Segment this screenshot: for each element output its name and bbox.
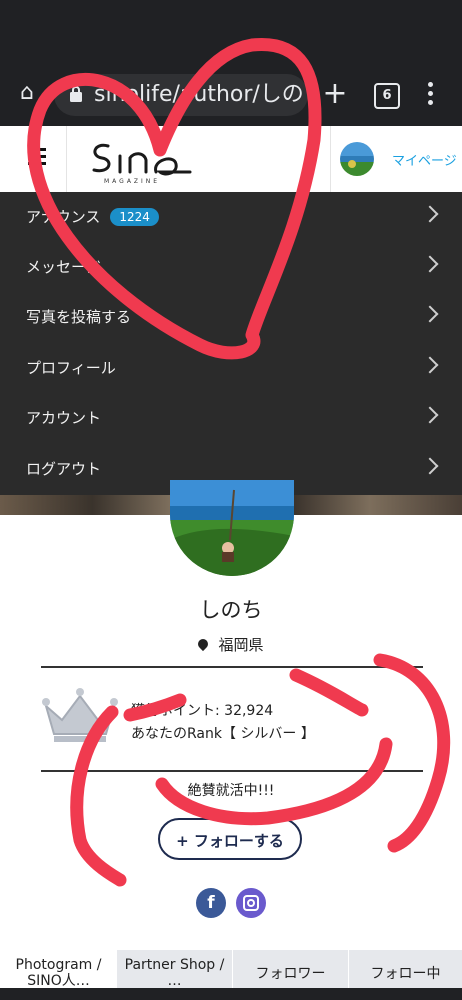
tab-partner-shop[interactable]: Partner Shop / …: [116, 950, 232, 988]
header-divider: [330, 126, 331, 192]
chevron-right-icon: [421, 305, 439, 323]
tab-photogram[interactable]: Photogram / SINO人…: [0, 950, 116, 988]
chevron-right-icon: [421, 406, 439, 424]
plus-icon[interactable]: +: [320, 78, 350, 110]
home-icon[interactable]: ⌂: [14, 80, 40, 106]
status-bar: [0, 0, 462, 64]
menu-item-messages[interactable]: メッセージ: [0, 242, 462, 292]
mypage-link[interactable]: マイページ: [392, 150, 457, 169]
menu-item-label: アカウント: [26, 409, 102, 427]
menu-item-label: メッセージ: [26, 258, 101, 276]
divider: [41, 770, 423, 772]
menu-item-account[interactable]: アカウント: [0, 393, 462, 443]
chevron-right-icon: [421, 356, 439, 374]
system-nav-bar: [0, 988, 462, 1000]
more-vert-icon[interactable]: [420, 78, 440, 110]
count-badge: 1224: [110, 208, 159, 226]
chevron-right-icon: [421, 255, 439, 273]
menu-item-announce[interactable]: アナウンス 1224: [0, 192, 462, 242]
profile-location: 福岡県: [0, 634, 462, 655]
menu-item-label: アナウンス: [26, 208, 101, 226]
address-bar[interactable]: sinolife/author/しの: [54, 74, 308, 116]
menu-item-post-photo[interactable]: 写真を投稿する: [0, 292, 462, 342]
menu-item-label: 写真を投稿する: [26, 308, 132, 326]
rank-text: あなたのRank【 シルバー 】: [131, 726, 315, 742]
tab-followers[interactable]: フォロワー: [232, 950, 348, 988]
chevron-right-icon: [421, 205, 439, 223]
location-pin-icon: [196, 636, 211, 652]
divider: [41, 666, 423, 668]
chevron-right-icon: [421, 457, 439, 475]
menu-item-profile[interactable]: プロフィール: [0, 343, 462, 393]
logo-subtitle: MAGAZINE: [104, 178, 161, 185]
menu-item-label: プロフィール: [26, 359, 116, 377]
nav-menu: アナウンス 1224 メッセージ 写真を投稿する プロフィール アカウント ログア…: [0, 192, 462, 495]
avatar[interactable]: [340, 142, 374, 176]
header-divider: [66, 126, 67, 192]
url-text: sinolife/author/しの: [94, 82, 304, 107]
follow-button[interactable]: + フォローする: [158, 818, 302, 860]
profile-tabs: Photogram / SINO人… Partner Shop / … フォロワ…: [0, 950, 462, 988]
tabs-icon[interactable]: 6: [374, 83, 400, 109]
menu-icon[interactable]: [28, 148, 46, 166]
lock-icon: [70, 86, 82, 102]
site-header: MAGAZINE マイページ: [0, 126, 462, 193]
instagram-icon[interactable]: [236, 888, 266, 918]
facebook-icon[interactable]: f: [196, 888, 226, 918]
tab-following[interactable]: フォロー中: [348, 950, 462, 988]
crown-icon: [42, 688, 118, 742]
points-text: 獲得ポイント: 32,924: [131, 703, 274, 719]
location-text: 福岡県: [218, 636, 264, 654]
profile-photo: [170, 480, 294, 576]
profile-bio: 絶賛就活中!!!: [187, 783, 275, 799]
menu-item-label: ログアウト: [26, 460, 102, 478]
profile-name: しのち: [199, 598, 263, 622]
